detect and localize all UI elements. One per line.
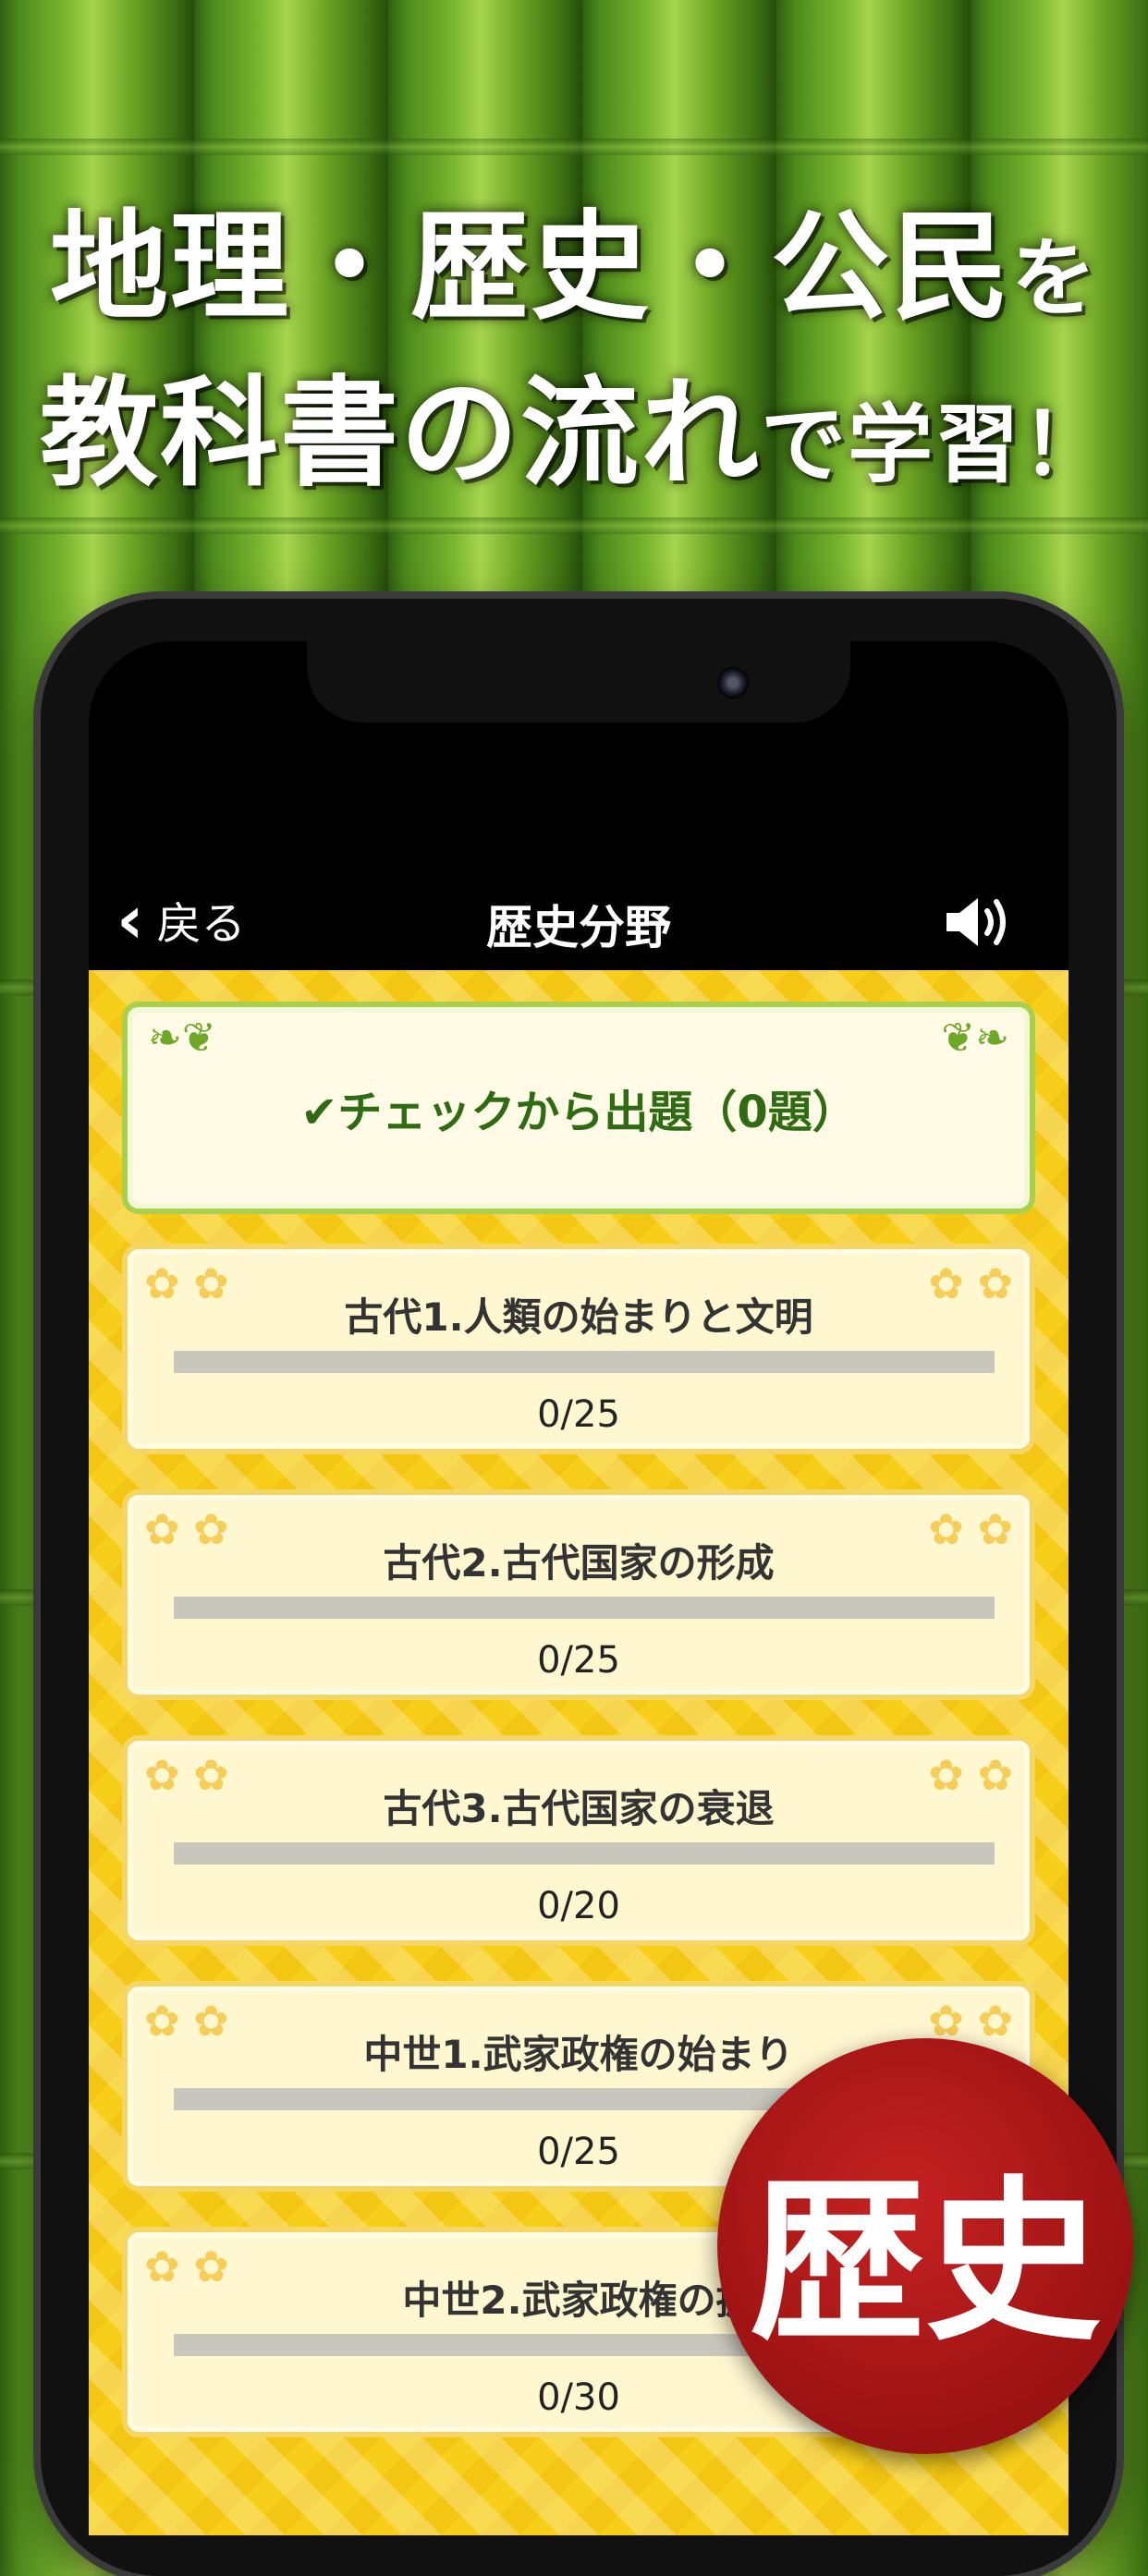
- progress-count: 0/25: [537, 1639, 620, 1682]
- progress-bar: [174, 1351, 995, 1373]
- leaf-icon: ❧❦: [148, 1015, 216, 1062]
- chapter-card[interactable]: ✿ ✿ ✿ ✿ 古代1.人類の始まりと文明 0/25: [122, 1244, 1035, 1454]
- chapter-card[interactable]: ✿ ✿ ✿ ✿ 古代2.古代国家の形成 0/25: [122, 1489, 1035, 1700]
- check-questions-label: ✔チェックから出題（0題）: [300, 1087, 857, 1138]
- progress-count: 0/20: [537, 1885, 620, 1927]
- check-questions-button[interactable]: ❧❦ ❦❧ ✔チェックから出題（0題）: [122, 1002, 1035, 1214]
- chapter-title: 古代3.古代国家の衰退: [383, 1786, 775, 1831]
- headline-line-2: 教科書の流れで学習！: [0, 337, 1148, 508]
- chapter-card[interactable]: ✿ ✿ ✿ ✿ 古代3.古代国家の衰退 0/20: [122, 1735, 1035, 1946]
- headline-line-1-suffix: を: [1011, 229, 1099, 328]
- history-badge: 歴史: [717, 2038, 1133, 2454]
- headline-line-1: 地理・歴史・公民を: [0, 171, 1148, 342]
- phone-notch: [307, 641, 850, 723]
- chapter-title: 古代1.人類の始まりと文明: [344, 1294, 813, 1340]
- chapter-title: 古代2.古代国家の形成: [383, 1540, 775, 1586]
- headline-line-2-main: 教科書の流れ: [39, 365, 761, 503]
- camera-icon: [717, 667, 749, 699]
- progress-count: 0/25: [537, 1393, 620, 1436]
- speaker-icon[interactable]: [943, 894, 1017, 950]
- headline-line-1-main: 地理・歴史・公民: [49, 199, 1011, 336]
- navigation-bar: ‹ 戻る 歴史分野: [89, 863, 1069, 974]
- leaf-icon: ❦❧: [941, 1015, 1009, 1062]
- page-title: 歴史分野: [486, 901, 671, 954]
- progress-bar: [174, 1842, 995, 1865]
- progress-bar: [174, 1597, 995, 1619]
- headline-line-2-suffix: で学習！: [761, 395, 1109, 494]
